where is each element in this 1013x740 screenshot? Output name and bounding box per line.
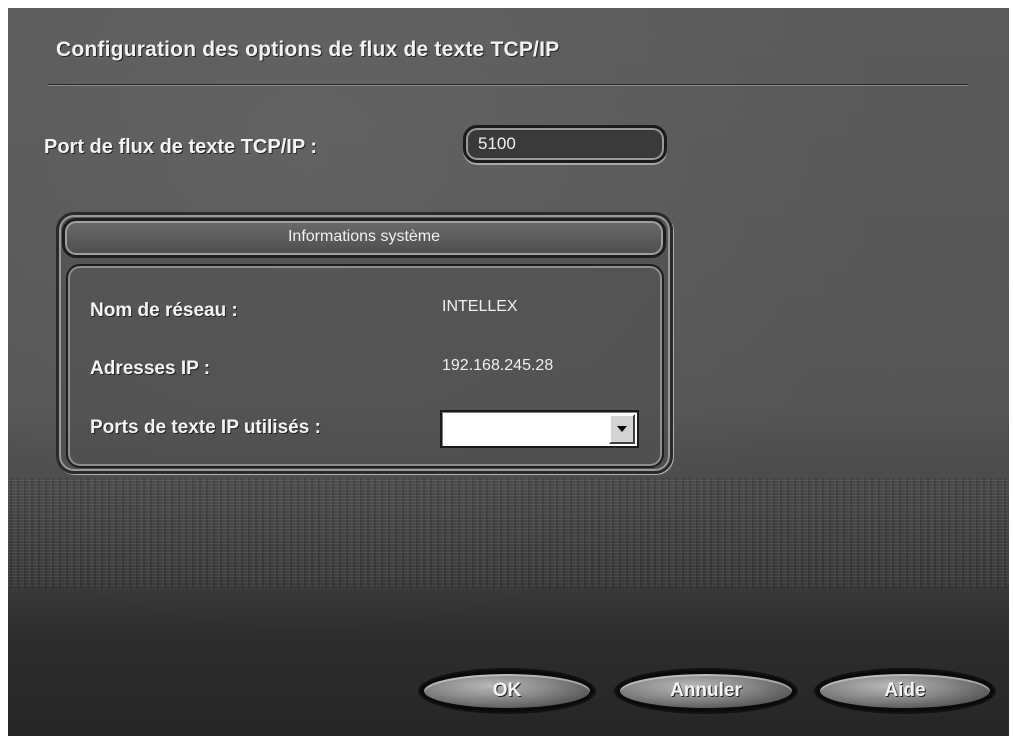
background-texture: [8, 478, 1009, 588]
dialog-title: Configuration des options de flux de tex…: [56, 38, 560, 61]
ports-used-select[interactable]: [440, 410, 639, 448]
ip-address-value: 192.168.245.28: [442, 357, 554, 374]
port-label: Port de flux de texte TCP/IP :: [44, 136, 318, 158]
port-input[interactable]: [463, 125, 667, 163]
title-divider: [48, 84, 968, 86]
help-button[interactable]: Aide: [816, 670, 994, 712]
ok-button[interactable]: OK: [420, 670, 594, 712]
system-info-title: Informations système: [287, 228, 441, 245]
network-name-label: Nom de réseau :: [90, 300, 238, 321]
ip-address-label: Adresses IP :: [90, 358, 211, 379]
network-name-value: INTELLEX: [442, 298, 518, 315]
chevron-down-icon[interactable]: [609, 414, 635, 444]
ports-used-label: Ports de texte IP utilisés :: [90, 417, 321, 438]
cancel-button[interactable]: Annuler: [616, 670, 796, 712]
